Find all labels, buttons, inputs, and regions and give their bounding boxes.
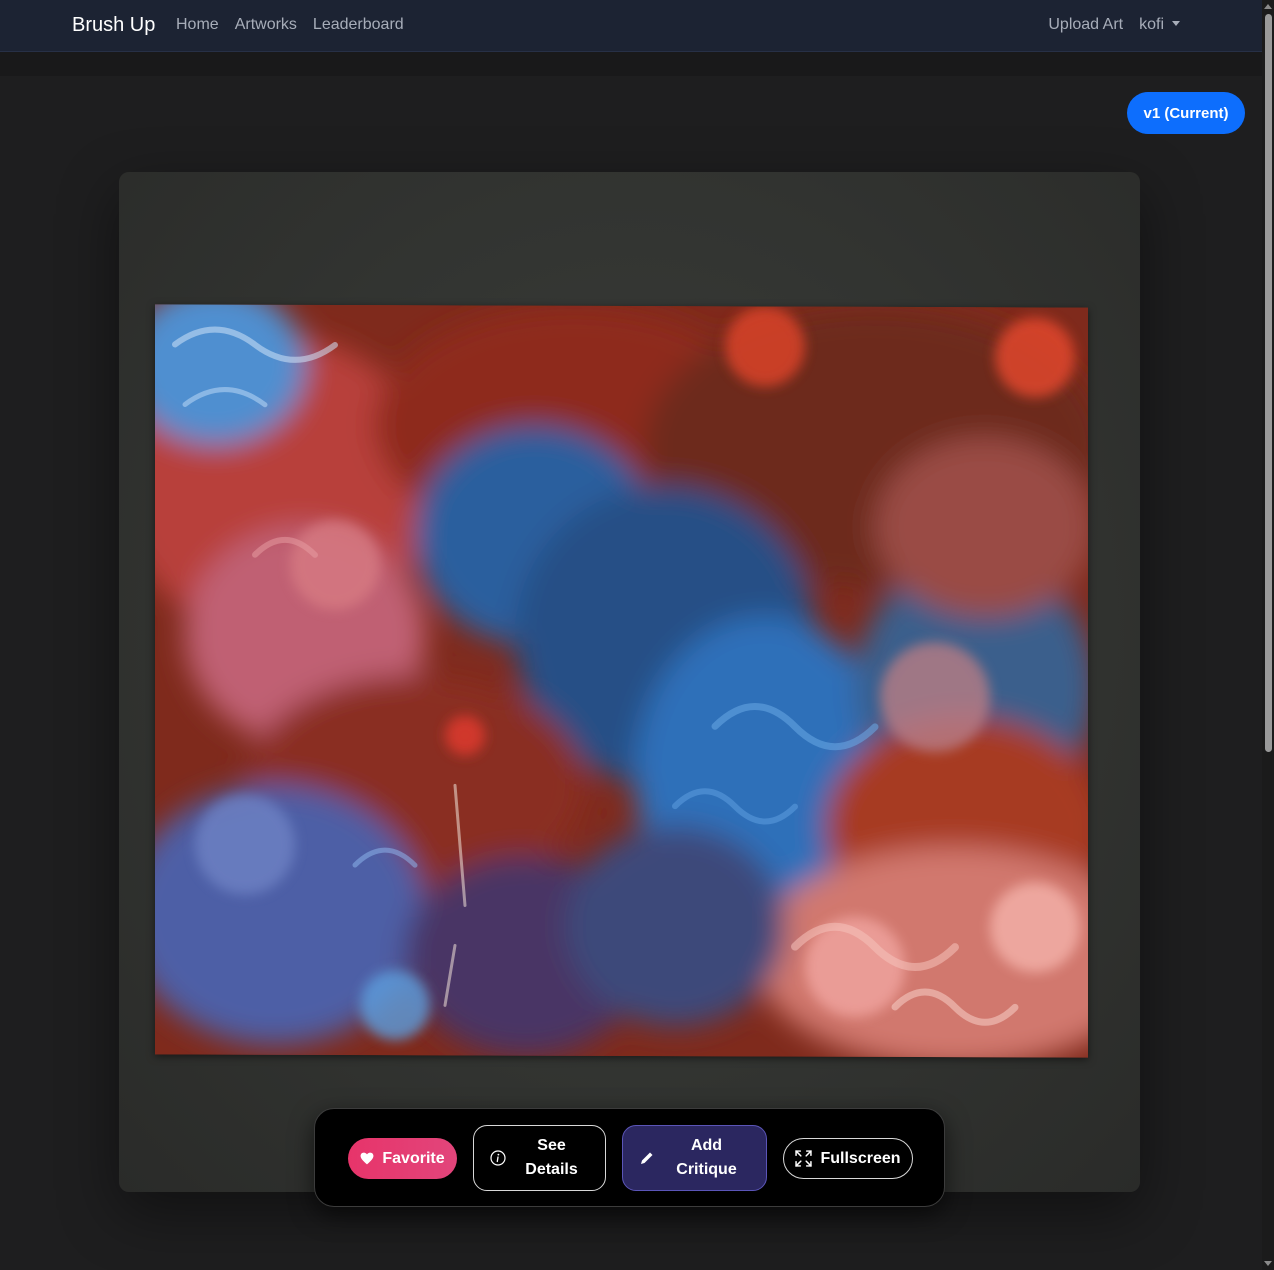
fullscreen-button[interactable]: Fullscreen — [783, 1138, 913, 1179]
user-menu-dropdown[interactable]: kofi — [1139, 15, 1180, 35]
favorite-button[interactable]: Favorite — [348, 1138, 457, 1179]
artwork-action-bar: Favorite See Details Add Critique Fullsc… — [314, 1108, 945, 1207]
top-navbar: Brush Up Home Artworks Leaderboard Uploa… — [0, 0, 1262, 52]
artwork-image — [119, 172, 1140, 1192]
add-critique-button[interactable]: Add Critique — [622, 1125, 767, 1191]
scroll-down-arrow-icon[interactable] — [1264, 1261, 1272, 1266]
content-header-band — [0, 52, 1262, 76]
fullscreen-label: Fullscreen — [820, 1149, 901, 1167]
upload-art-link[interactable]: Upload Art — [1048, 15, 1123, 35]
nav-link-artworks[interactable]: Artworks — [235, 15, 297, 35]
brand-logo[interactable]: Brush Up — [72, 12, 155, 38]
page-scrollbar[interactable] — [1262, 0, 1274, 1270]
pencil-icon — [639, 1150, 655, 1166]
heart-icon — [360, 1152, 374, 1165]
nav-link-home[interactable]: Home — [176, 15, 219, 35]
favorite-label: Favorite — [382, 1149, 445, 1167]
nav-right: Upload Art kofi — [1048, 15, 1180, 35]
nav-link-leaderboard[interactable]: Leaderboard — [313, 15, 404, 35]
expand-icon — [795, 1150, 813, 1167]
abstract-painting-graphic — [155, 304, 1088, 1058]
user-name: kofi — [1139, 16, 1164, 33]
info-icon — [490, 1150, 506, 1166]
add-critique-label: Add Critique — [676, 1137, 737, 1178]
see-details-button[interactable]: See Details — [473, 1125, 606, 1191]
scrollbar-thumb[interactable] — [1265, 14, 1272, 752]
see-details-label: See Details — [525, 1137, 578, 1178]
nav-links: Home Artworks Leaderboard — [176, 15, 404, 35]
caret-down-icon — [1172, 21, 1180, 26]
artwork-canvas — [155, 304, 1088, 1058]
scroll-up-arrow-icon[interactable] — [1264, 4, 1272, 9]
version-button[interactable]: v1 (Current) — [1127, 92, 1245, 134]
